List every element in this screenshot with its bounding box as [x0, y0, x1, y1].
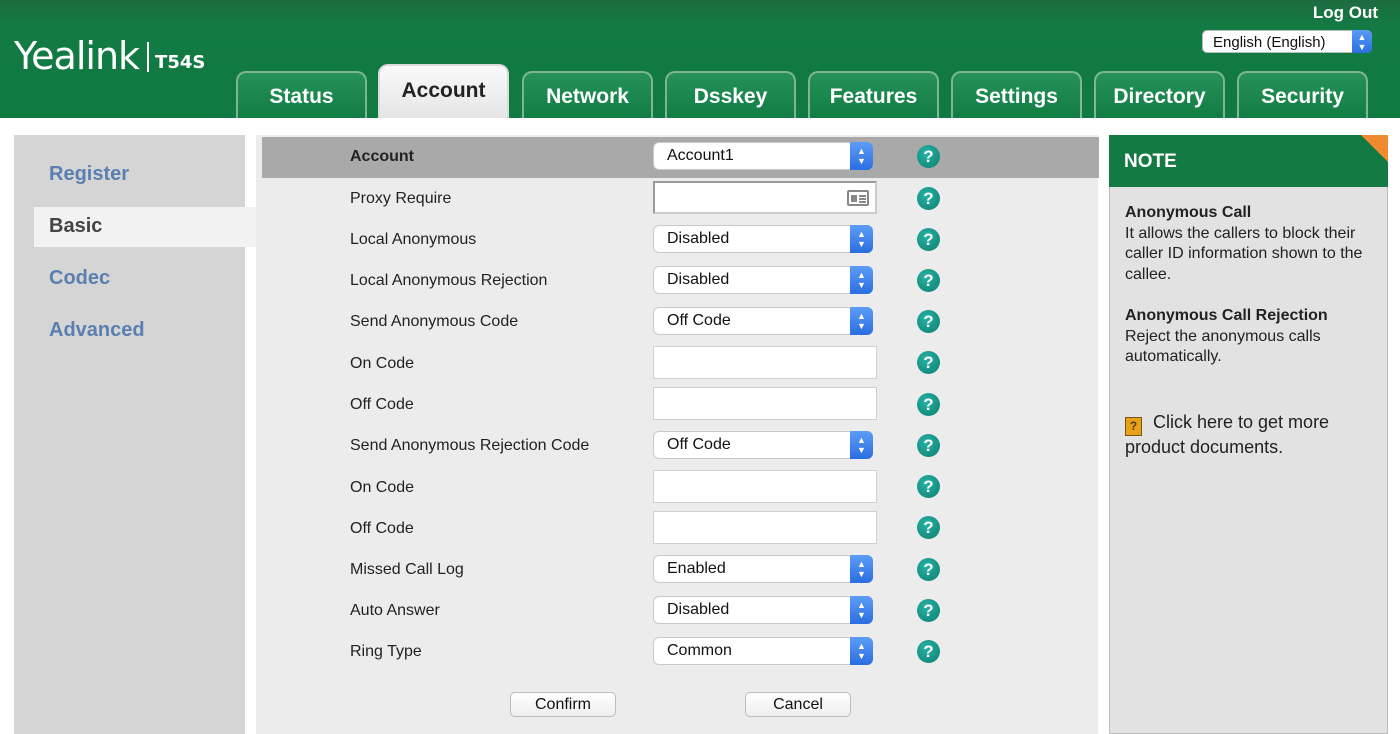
anonymous-off-code-input[interactable]: [653, 387, 877, 420]
ring-type-value: Common: [667, 642, 732, 659]
help-icon[interactable]: ?: [917, 269, 940, 292]
tab-security[interactable]: Security: [1237, 71, 1368, 118]
chevron-updown-icon: ▲ ▼: [850, 266, 873, 294]
help-icon[interactable]: ?: [917, 599, 940, 622]
local-anonymous-rejection-value: Disabled: [667, 271, 730, 288]
chevron-updown-icon: ▲ ▼: [850, 142, 873, 170]
send-anonymous-code-label: Send Anonymous Code: [350, 313, 519, 330]
account-select[interactable]: Account1 ▲ ▼: [653, 142, 873, 170]
language-select[interactable]: English (English) ▲ ▼: [1202, 30, 1372, 53]
help-icon[interactable]: ?: [917, 228, 940, 251]
auto-answer-select[interactable]: Disabled ▲ ▼: [653, 596, 873, 624]
help-icon[interactable]: ?: [917, 516, 940, 539]
logo-brand: Yealink: [14, 34, 140, 78]
rejection-off-code-input[interactable]: [653, 511, 877, 544]
account-label: Account: [350, 148, 414, 165]
tab-features[interactable]: Features: [808, 71, 939, 118]
sidebar-item-basic[interactable]: Basic: [34, 207, 257, 247]
product-documents-link[interactable]: ? Click here to get more product document…: [1125, 411, 1375, 459]
note-heading: Anonymous Call Rejection: [1125, 307, 1328, 324]
help-icon[interactable]: ?: [917, 145, 940, 168]
help-icon[interactable]: ?: [917, 558, 940, 581]
anonymous-on-code-label: On Code: [350, 355, 415, 372]
help-icon[interactable]: ?: [917, 351, 940, 374]
account-select-value: Account1: [667, 147, 734, 164]
chevron-updown-icon: ▲ ▼: [1352, 30, 1372, 53]
local-anonymous-label: Local Anonymous: [350, 231, 477, 248]
help-icon[interactable]: ?: [917, 187, 940, 210]
cancel-button[interactable]: Cancel: [745, 692, 851, 717]
confirm-button[interactable]: Confirm: [510, 692, 616, 717]
logo-divider: [147, 42, 150, 72]
chevron-updown-icon: ▲ ▼: [850, 307, 873, 335]
anonymous-off-code-label: Off Code: [350, 396, 414, 413]
contact-card-icon: [847, 190, 869, 206]
tab-status[interactable]: Status: [236, 71, 367, 118]
chevron-updown-icon: ▲ ▼: [850, 431, 873, 459]
send-anonymous-rejection-code-label: Send Anonymous Rejection Code: [350, 437, 590, 454]
sidebar-item-register[interactable]: Register: [14, 155, 257, 195]
help-icon[interactable]: ?: [917, 640, 940, 663]
top-header: Yealink T54S Log Out English (English) ▲…: [0, 0, 1400, 118]
send-anonymous-code-select[interactable]: Off Code ▲ ▼: [653, 307, 873, 335]
help-icon[interactable]: ?: [917, 393, 940, 416]
auto-answer-label: Auto Answer: [350, 602, 440, 619]
send-anonymous-rejection-code-value: Off Code: [667, 436, 731, 453]
local-anonymous-select[interactable]: Disabled ▲ ▼: [653, 225, 873, 253]
chevron-updown-icon: ▲ ▼: [850, 225, 873, 253]
note-corner-fold: [1361, 135, 1388, 162]
missed-call-log-value: Enabled: [667, 560, 726, 577]
logo-model: T54S: [155, 52, 206, 73]
note-title: NOTE: [1109, 135, 1388, 187]
local-anonymous-value: Disabled: [667, 230, 730, 247]
ring-type-select[interactable]: Common ▲ ▼: [653, 637, 873, 665]
chevron-updown-icon: ▲ ▼: [850, 555, 873, 583]
tab-dsskey[interactable]: Dsskey: [665, 71, 796, 118]
tab-settings[interactable]: Settings: [951, 71, 1082, 118]
chevron-updown-icon: ▲ ▼: [850, 637, 873, 665]
help-icon[interactable]: ?: [917, 434, 940, 457]
send-anonymous-rejection-code-select[interactable]: Off Code ▲ ▼: [653, 431, 873, 459]
note-body: It allows the callers to block their cal…: [1125, 224, 1363, 283]
local-anonymous-rejection-select[interactable]: Disabled ▲ ▼: [653, 266, 873, 294]
account-sidebar: Register Basic Codec Advanced: [14, 135, 257, 734]
sidebar-item-codec[interactable]: Codec: [14, 259, 257, 299]
ring-type-label: Ring Type: [350, 643, 422, 660]
sidebar-item-advanced[interactable]: Advanced: [14, 311, 257, 351]
tab-network[interactable]: Network: [522, 71, 653, 118]
missed-call-log-select[interactable]: Enabled ▲ ▼: [653, 555, 873, 583]
send-anonymous-code-value: Off Code: [667, 312, 731, 329]
note-section-anonymous-call: Anonymous Call It allows the callers to …: [1125, 203, 1375, 285]
missed-call-log-label: Missed Call Log: [350, 561, 464, 578]
auto-answer-value: Disabled: [667, 601, 730, 618]
rejection-off-code-label: Off Code: [350, 520, 414, 537]
tab-directory[interactable]: Directory: [1094, 71, 1225, 118]
local-anonymous-rejection-label: Local Anonymous Rejection: [350, 272, 548, 289]
chevron-updown-icon: ▲ ▼: [850, 596, 873, 624]
help-icon[interactable]: ?: [917, 310, 940, 333]
proxy-require-input[interactable]: [653, 181, 877, 214]
note-heading: Anonymous Call: [1125, 204, 1252, 221]
document-icon: ?: [1125, 417, 1142, 436]
note-section-anonymous-rejection: Anonymous Call Rejection Reject the anon…: [1125, 306, 1375, 368]
logout-link[interactable]: Log Out: [1313, 3, 1378, 23]
product-documents-link-text: Click here to get more product documents…: [1125, 412, 1330, 457]
brand-logo: Yealink T54S: [14, 36, 205, 76]
tab-account[interactable]: Account: [378, 64, 509, 118]
help-icon[interactable]: ?: [917, 475, 940, 498]
rejection-on-code-input[interactable]: [653, 470, 877, 503]
proxy-require-label: Proxy Require: [350, 190, 452, 207]
language-value: English (English): [1213, 34, 1326, 51]
rejection-on-code-label: On Code: [350, 479, 415, 496]
anonymous-on-code-input[interactable]: [653, 346, 877, 379]
note-body: Reject the anonymous calls automatically…: [1125, 327, 1321, 366]
